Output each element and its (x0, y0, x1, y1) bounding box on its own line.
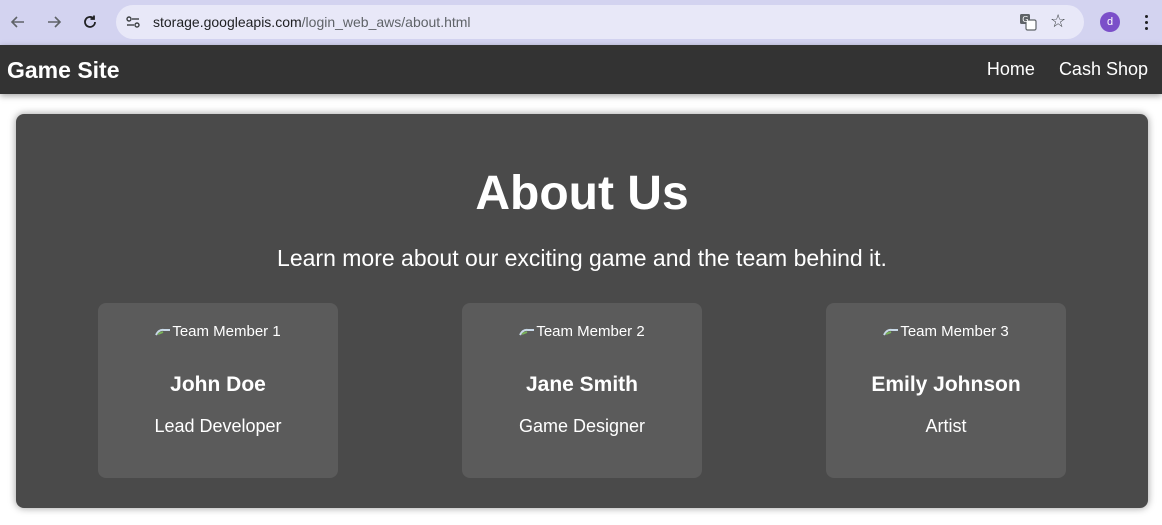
site-nav: Home Cash Shop (987, 59, 1148, 80)
team-member-name: Jane Smith (525, 373, 639, 396)
about-subtitle: Learn more about our exciting game and t… (277, 245, 887, 271)
team-member-role: Game Designer (518, 416, 646, 436)
nav-link-home[interactable]: Home (987, 59, 1035, 80)
nav-link-cash-shop[interactable]: Cash Shop (1059, 59, 1148, 80)
url-text: storage.googleapis.com/login_web_aws/abo… (153, 14, 471, 30)
bookmark-star-icon[interactable]: ☆ (1050, 11, 1066, 32)
image-alt-text: Team Member 1 (172, 323, 281, 340)
team-member-card: Team Member 2 Jane Smith Game Designer (462, 303, 702, 478)
browser-toolbar: storage.googleapis.com/login_web_aws/abo… (0, 0, 1162, 45)
svg-text:G: G (1022, 15, 1028, 24)
image-alt-text: Team Member 2 (536, 323, 645, 340)
profile-avatar[interactable]: d (1100, 12, 1120, 32)
broken-image-icon (519, 328, 535, 336)
team-member-card: Team Member 3 Emily Johnson Artist (826, 303, 1066, 478)
reload-icon[interactable] (78, 10, 102, 34)
translate-icon[interactable]: G (1019, 13, 1037, 31)
forward-arrow-icon[interactable] (42, 10, 66, 34)
site-settings-icon[interactable] (124, 13, 142, 31)
url-host: storage.googleapis.com (153, 14, 302, 30)
team-member-image: Team Member 2 (462, 323, 702, 340)
site-header: Game Site Home Cash Shop (0, 45, 1162, 94)
site-title[interactable]: Game Site (7, 57, 120, 84)
url-path: /login_web_aws/about.html (301, 14, 471, 30)
back-arrow-icon[interactable] (6, 10, 30, 34)
team-member-card: Team Member 1 John Doe Lead Developer (98, 303, 338, 478)
team-member-image: Team Member 1 (98, 323, 338, 340)
broken-image-icon (155, 328, 171, 336)
address-bar[interactable]: storage.googleapis.com/login_web_aws/abo… (116, 5, 1084, 39)
team-member-name: Emily Johnson (871, 373, 1021, 396)
about-section: About Us Learn more about our exciting g… (16, 114, 1148, 508)
team-member-image: Team Member 3 (826, 323, 1066, 340)
image-alt-text: Team Member 3 (900, 323, 1009, 340)
team-member-role: Lead Developer (154, 416, 282, 436)
page-title: About Us (475, 167, 689, 220)
broken-image-icon (883, 328, 899, 336)
team-member-role: Artist (925, 416, 967, 436)
team-member-name: John Doe (170, 373, 266, 396)
browser-menu-icon[interactable] (1136, 10, 1156, 34)
